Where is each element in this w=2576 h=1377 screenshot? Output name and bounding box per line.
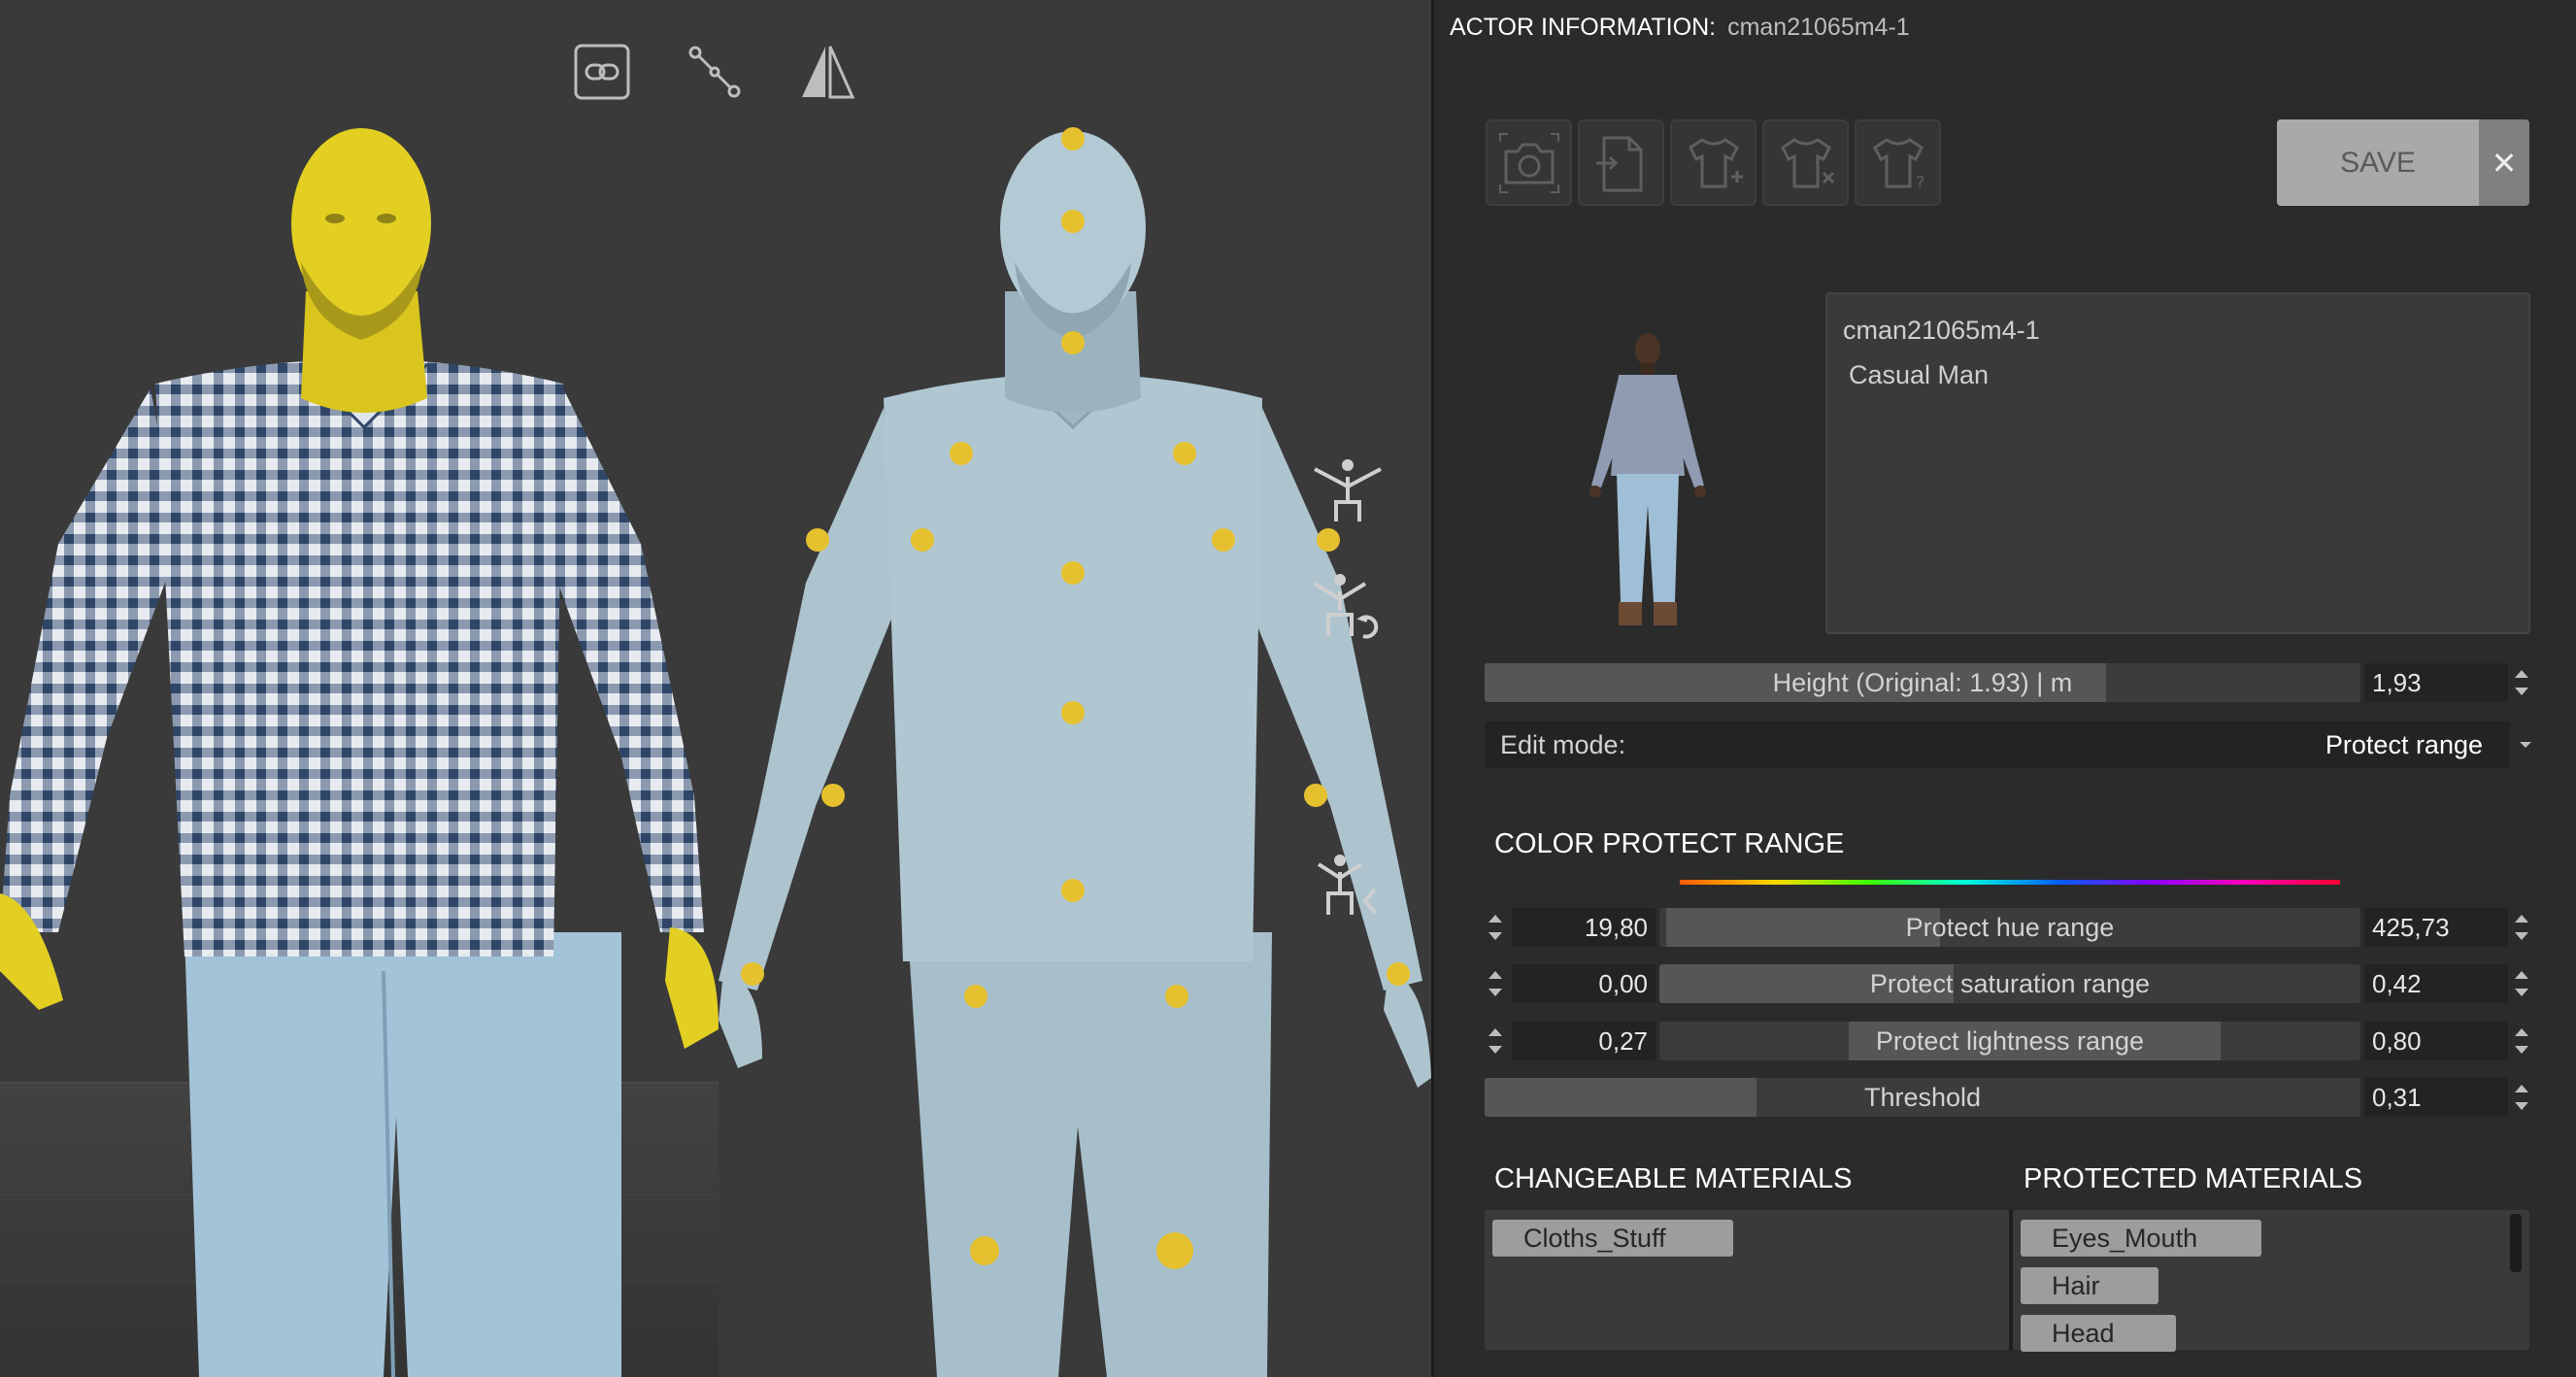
edit-mode-label: Edit mode: [1500,730,1626,759]
close-button[interactable]: ✕ [2479,119,2529,206]
saturation-max-field[interactable]: 0,42 [2364,964,2508,1003]
remove-clothing-icon [1780,137,1834,187]
edit-mode-select[interactable]: Edit mode: Protect range [1485,722,2510,768]
color-protect-title: COLOR PROTECT RANGE [1494,828,1845,859]
actor-panel: ACTOR INFORMATION: cman21065m4-1 ? SAVE ✕… [1431,0,2576,1377]
saturation-max-spin-icon[interactable] [2508,964,2535,1003]
camera-button[interactable] [1486,119,1572,206]
header-label: ACTOR INFORMATION: [1450,14,1717,41]
svg-text:?: ? [1916,173,1925,193]
height-value-field[interactable]: 1,93 [2364,663,2508,702]
height-label: Height (Original: 1.93) | m [1772,667,2073,697]
panel-header: ACTOR INFORMATION: cman21065m4-1 [1450,14,1910,42]
material-chip[interactable]: Eyes_Mouth [2021,1220,2261,1257]
lightness-range-label: Protect lightness range [1875,1025,2145,1056]
add-clothing-button[interactable] [1670,119,1756,206]
chevron-down-icon[interactable] [2514,733,2537,756]
header-actor-id: cman21065m4-1 [1727,14,1910,41]
saturation-min-spin-icon[interactable] [1482,964,1509,1003]
protected-materials-list[interactable]: Eyes_Mouth Hair Head [2013,1210,2529,1352]
material-chip[interactable]: Head [2021,1315,2176,1352]
hue-spectrum-bar [1680,880,2340,885]
t-pose-icon[interactable] [1311,453,1385,527]
changeable-materials-list[interactable]: Cloths_Stuff [1485,1210,2009,1350]
import-file-icon [1595,136,1642,191]
link-icon[interactable] [573,43,631,101]
threshold-label: Threshold [1863,1082,1982,1112]
protected-list-scrollbar[interactable] [2510,1214,2522,1272]
hue-min-field[interactable]: 19,80 [1512,908,1656,947]
saturation-min-field[interactable]: 0,00 [1512,964,1656,1003]
clothing-help-icon: ? [1872,137,1925,193]
changeable-materials-title: CHANGEABLE MATERIALS [1494,1163,1853,1194]
saturation-range-slider[interactable]: Protect saturation range [1659,964,2360,1003]
clothing-help-button[interactable]: ? [1855,119,1941,206]
material-chip[interactable]: Cloths_Stuff [1492,1220,1733,1257]
bone-icon[interactable] [686,43,744,101]
actor-description-box[interactable]: cman21065m4-1 Casual Man [1825,292,2530,634]
actor-description: Casual Man [1849,360,1990,389]
3d-viewport[interactable] [0,0,1431,1377]
hue-max-spin-icon[interactable] [2508,908,2535,947]
actor-name: cman21065m4-1 [1843,316,2040,345]
reset-pose-icon[interactable] [1311,568,1385,642]
height-slider[interactable]: Height (Original: 1.93) | m [1485,663,2360,702]
lightness-max-spin-icon[interactable] [2508,1022,2535,1060]
save-button[interactable]: SAVE [2277,119,2479,206]
lightness-min-field[interactable]: 0,27 [1512,1022,1656,1060]
edit-mode-value: Protect range [2325,730,2483,759]
add-clothing-icon [1688,137,1743,187]
import-file-button[interactable] [1578,119,1664,206]
hue-min-spin-icon[interactable] [1482,908,1509,947]
viewport-scene [0,127,1431,1377]
mirror-icon[interactable] [798,43,856,101]
actor-thumbnail [1589,333,1706,625]
lightness-max-field[interactable]: 0,80 [2364,1022,2508,1060]
lightness-range-slider[interactable]: Protect lightness range [1659,1022,2360,1060]
material-chip[interactable]: Hair [2021,1267,2158,1304]
saturation-range-label: Protect saturation range [1869,968,2151,998]
threshold-value-field[interactable]: 0,31 [2364,1078,2508,1117]
hue-range-label: Protect hue range [1905,912,2115,942]
hue-range-slider[interactable]: Protect hue range [1659,908,2360,947]
protected-materials-title: PROTECTED MATERIALS [2024,1163,2363,1194]
remove-clothing-button[interactable] [1762,119,1849,206]
height-spin-icon[interactable] [2508,663,2535,702]
character-mannequin [719,131,1431,1377]
threshold-spin-icon[interactable] [2508,1078,2535,1117]
lightness-min-spin-icon[interactable] [1482,1022,1509,1060]
hue-max-field[interactable]: 425,73 [2364,908,2508,947]
rotate-pose-icon[interactable] [1311,847,1385,921]
threshold-slider[interactable]: Threshold [1485,1078,2360,1117]
camera-icon [1498,132,1559,193]
